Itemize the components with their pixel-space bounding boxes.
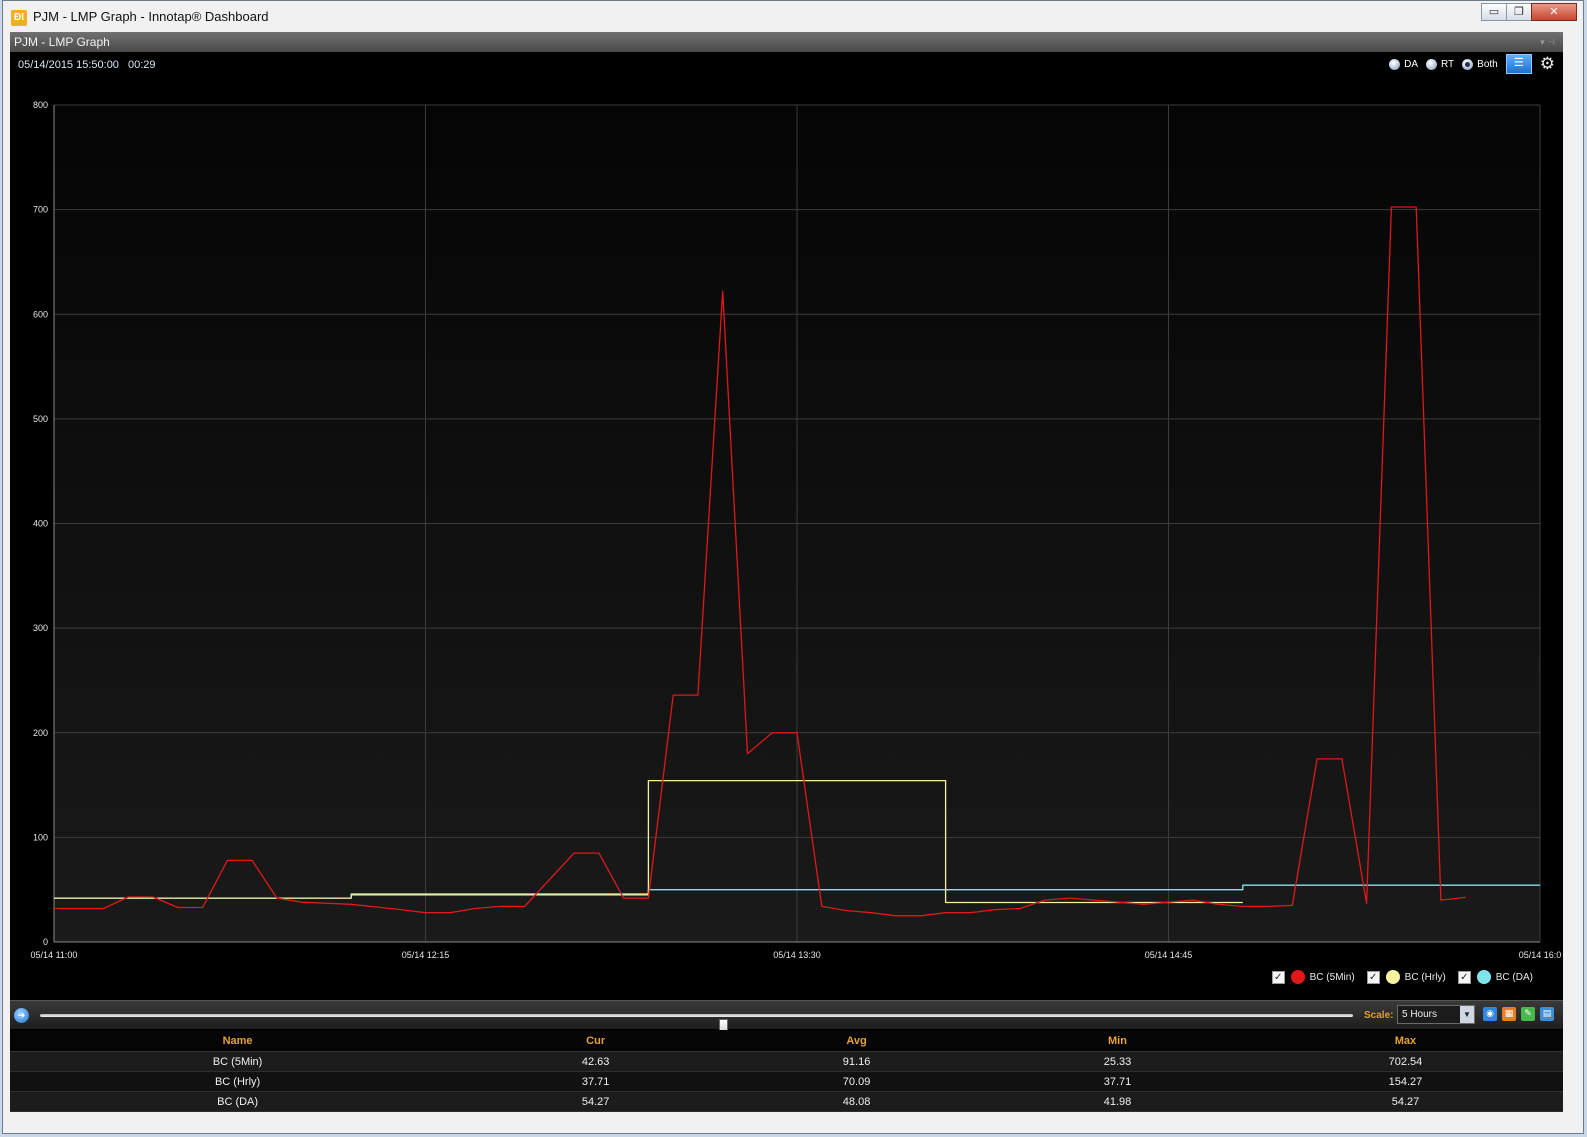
time-slider-track[interactable] [40,1014,1353,1038]
table-row[interactable]: BC (5Min) 42.63 91.16 25.33 702.54 [10,1051,1563,1072]
legend-checkbox-da[interactable]: ✓ [1457,970,1471,984]
y-tick-label: 300 [33,623,48,633]
header-cur: Cur [465,1030,727,1052]
title-bar: ÐI PJM - LMP Graph - Innotap® Dashboard … [3,1,1583,32]
header-avg: Avg [726,1030,988,1052]
cell-name: BC (Hrly) [10,1071,466,1092]
stats-table: Name Cur Avg Min Max BC (5Min) 42.63 91.… [10,1030,1563,1112]
cell-min: 37.71 [987,1071,1248,1092]
legend-dot-5min [1290,970,1305,984]
cell-avg: 91.16 [726,1051,988,1072]
legend-item-da[interactable]: ✓ BC (DA) [1457,970,1533,984]
grid-icon[interactable]: ▦ [1502,1007,1516,1021]
y-tick-label: 200 [33,728,48,738]
app-window: ÐI PJM - LMP Graph - Innotap® Dashboard … [2,0,1584,1134]
legend-checkbox-hrly[interactable]: ✓ [1366,970,1380,984]
eye-icon[interactable]: ◉ [1483,1007,1497,1021]
legend-item-hrly[interactable]: ✓ BC (Hrly) [1366,970,1446,984]
legend-label-hrly: BC (Hrly) [1404,971,1446,983]
legend-dot-da [1476,970,1491,984]
window-title: PJM - LMP Graph - Innotap® Dashboard [33,9,269,24]
x-tick-label: 05/14 13:30 [773,950,821,960]
edit-icon[interactable]: ✎ [1521,1007,1535,1021]
y-tick-label: 0 [43,937,48,947]
time-slider-bar: ➜ Scale: 5 Hours ▼ ◉ ▦ ✎ ▤ [10,1000,1563,1038]
cell-cur: 37.71 [465,1071,727,1092]
legend-label-5min: BC (5Min) [1309,971,1355,983]
minimize-button[interactable]: ▭ [1481,3,1507,21]
scale-select[interactable]: 5 Hours ▼ [1397,1005,1475,1024]
chart-legend: ✓ BC (5Min) ✓ BC (Hrly) ✓ BC (DA) [1260,970,1533,984]
save-icon[interactable]: ▤ [1540,1007,1554,1021]
x-tick-label: 05/14 14:45 [1145,950,1193,960]
legend-dot-hrly [1385,970,1400,984]
cell-cur: 42.63 [465,1051,727,1072]
play-icon[interactable]: ➜ [14,1008,29,1023]
y-tick-label: 800 [33,100,48,110]
window-controls: ▭ ❐ ✕ [1481,3,1577,23]
y-tick-label: 100 [33,832,48,842]
chevron-down-icon[interactable]: ▼ [1460,1006,1474,1023]
table-row[interactable]: BC (Hrly) 37.71 70.09 37.71 154.27 [10,1071,1563,1092]
lmp-line-chart: 0 100 200 300 400 500 600 700 800 05/14 11:00 05/1… [31,100,1562,960]
close-button[interactable]: ✕ [1531,3,1577,21]
cell-name: BC (5Min) [10,1051,466,1072]
header-max: Max [1247,1030,1563,1052]
lmp-graph-panel: PJM - LMP Graph ▾ ⊣ 05/14/2015 15:50:00 … [10,32,1563,1112]
x-tick-label: 05/14 11:00 [31,950,78,960]
scale-label: Scale: [1364,1010,1394,1021]
x-tick-label: 05/14 12:15 [402,950,450,960]
cell-avg: 48.08 [726,1091,988,1112]
cell-max: 154.27 [1247,1071,1563,1092]
cell-cur: 54.27 [465,1091,727,1112]
cell-min: 25.33 [987,1051,1248,1072]
y-tick-label: 400 [33,519,48,529]
y-tick-label: 600 [33,309,48,319]
x-tick-label: 05/14 16:0 [1519,950,1562,960]
y-tick-label: 500 [33,414,48,424]
cell-max: 54.27 [1247,1091,1563,1112]
legend-label-da: BC (DA) [1495,971,1533,983]
app-icon: ÐI [11,10,27,26]
legend-item-5min[interactable]: ✓ BC (5Min) [1271,970,1355,984]
cell-max: 702.54 [1247,1051,1563,1072]
cell-avg: 70.09 [726,1071,988,1092]
header-min: Min [987,1030,1248,1052]
y-tick-label: 700 [33,205,48,215]
cell-name: BC (DA) [10,1091,466,1112]
stats-header-row: Name Cur Avg Min Max [10,1030,1563,1052]
cell-min: 41.98 [987,1091,1248,1112]
table-row[interactable]: BC (DA) 54.27 48.08 41.98 54.27 [10,1091,1563,1112]
maximize-button[interactable]: ❐ [1506,3,1532,21]
header-name: Name [10,1030,466,1052]
legend-checkbox-5min[interactable]: ✓ [1271,970,1285,984]
scale-value: 5 Hours [1402,1009,1438,1020]
